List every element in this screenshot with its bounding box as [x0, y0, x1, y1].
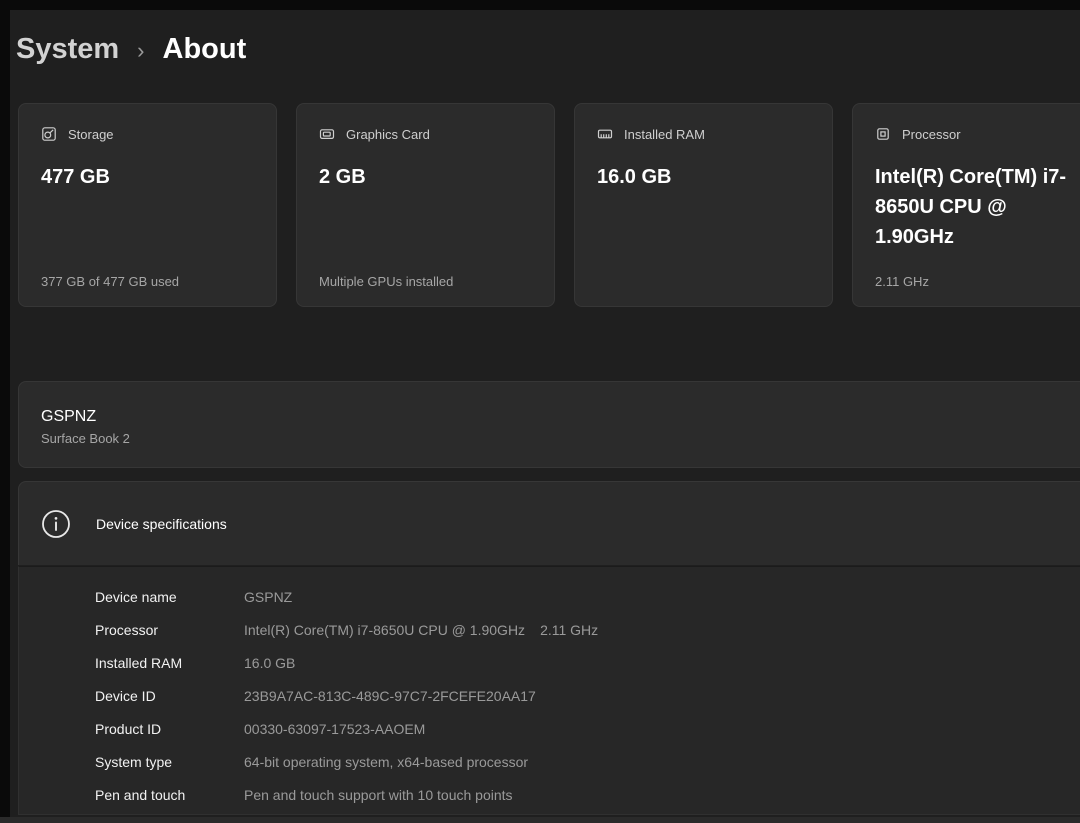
window-edge-top [0, 0, 1080, 10]
graphics-card-header: Graphics Card [319, 126, 532, 142]
spec-value: 00330-63097-17523-AAOEM [244, 721, 425, 737]
card-value: 477 GB [41, 162, 253, 192]
settings-about-page: System › About Storage 477 GB 377 GB of … [0, 0, 1080, 823]
spec-row-processor: Processor Intel(R) Core(TM) i7-8650U CPU… [95, 613, 1080, 646]
info-icon [41, 509, 71, 539]
spec-value: Pen and touch support with 10 touch poin… [244, 787, 513, 803]
card-value: 2 GB [319, 162, 531, 192]
breadcrumb-system[interactable]: System [16, 33, 119, 66]
spec-label: Product ID [95, 721, 244, 737]
gpu-icon [319, 126, 335, 142]
window-edge-left [0, 0, 10, 817]
device-model: Surface Book 2 [41, 431, 1080, 446]
spec-row-system-type: System type 64-bit operating system, x64… [95, 745, 1080, 778]
spec-label: Device name [95, 589, 244, 605]
device-specifications-expander[interactable]: Device specifications [18, 481, 1080, 565]
spec-row-product-id: Product ID 00330-63097-17523-AAOEM [95, 712, 1080, 745]
card-detail: 377 GB of 477 GB used [41, 274, 179, 289]
spec-row-installed-ram: Installed RAM 16.0 GB [95, 646, 1080, 679]
next-section-edge [0, 817, 1080, 823]
spec-value-clock: 2.11 GHz [540, 622, 598, 638]
spec-value: Intel(R) Core(TM) i7-8650U CPU @ 1.90GHz [244, 622, 525, 638]
ram-icon [597, 126, 613, 142]
card-detail: 2.11 GHz [875, 274, 929, 289]
summary-cards: Storage 477 GB 377 GB of 477 GB used Gra… [18, 103, 1080, 307]
storage-icon [41, 126, 57, 142]
page-title: About [163, 33, 247, 66]
device-name-card: GSPNZ Surface Book 2 [18, 381, 1080, 468]
spec-row-device-id: Device ID 23B9A7AC-813C-489C-97C7-2FCEFE… [95, 679, 1080, 712]
storage-card-header: Storage [41, 126, 254, 142]
card-detail: Multiple GPUs installed [319, 274, 453, 289]
graphics-card-card[interactable]: Graphics Card 2 GB Multiple GPUs install… [296, 103, 555, 307]
device-name: GSPNZ [41, 408, 1080, 426]
card-label: Installed RAM [624, 127, 705, 142]
spec-label: Pen and touch [95, 787, 244, 803]
spec-value: GSPNZ [244, 589, 292, 605]
processor-card: Processor Intel(R) Core(TM) i7-8650U CPU… [852, 103, 1080, 307]
spec-label: Processor [95, 622, 244, 638]
spec-value: 23B9A7AC-813C-489C-97C7-2FCEFE20AA17 [244, 688, 536, 704]
spec-label: Installed RAM [95, 655, 244, 671]
section-title: Device specifications [96, 516, 227, 532]
spec-label: System type [95, 754, 244, 770]
spec-row-device-name: Device name GSPNZ [95, 580, 1080, 613]
processor-card-header: Processor [875, 126, 1080, 142]
card-label: Processor [902, 127, 961, 142]
spec-row-pen-and-touch: Pen and touch Pen and touch support with… [95, 778, 1080, 811]
breadcrumb: System › About [16, 33, 246, 66]
installed-ram-card: Installed RAM 16.0 GB [574, 103, 833, 307]
card-label: Graphics Card [346, 127, 430, 142]
card-label: Storage [68, 127, 114, 142]
card-value: Intel(R) Core(TM) i7-8650U CPU @ 1.90GHz [875, 162, 1080, 252]
spec-value: 16.0 GB [244, 655, 295, 671]
card-value: 16.0 GB [597, 162, 809, 192]
processor-icon [875, 126, 891, 142]
installed-ram-header: Installed RAM [597, 126, 810, 142]
chevron-right-icon: › [137, 36, 144, 64]
storage-card[interactable]: Storage 477 GB 377 GB of 477 GB used [18, 103, 277, 307]
spec-value: 64-bit operating system, x64-based proce… [244, 754, 528, 770]
device-specifications-body: Device name GSPNZ Processor Intel(R) Cor… [18, 566, 1080, 815]
spec-label: Device ID [95, 688, 244, 704]
